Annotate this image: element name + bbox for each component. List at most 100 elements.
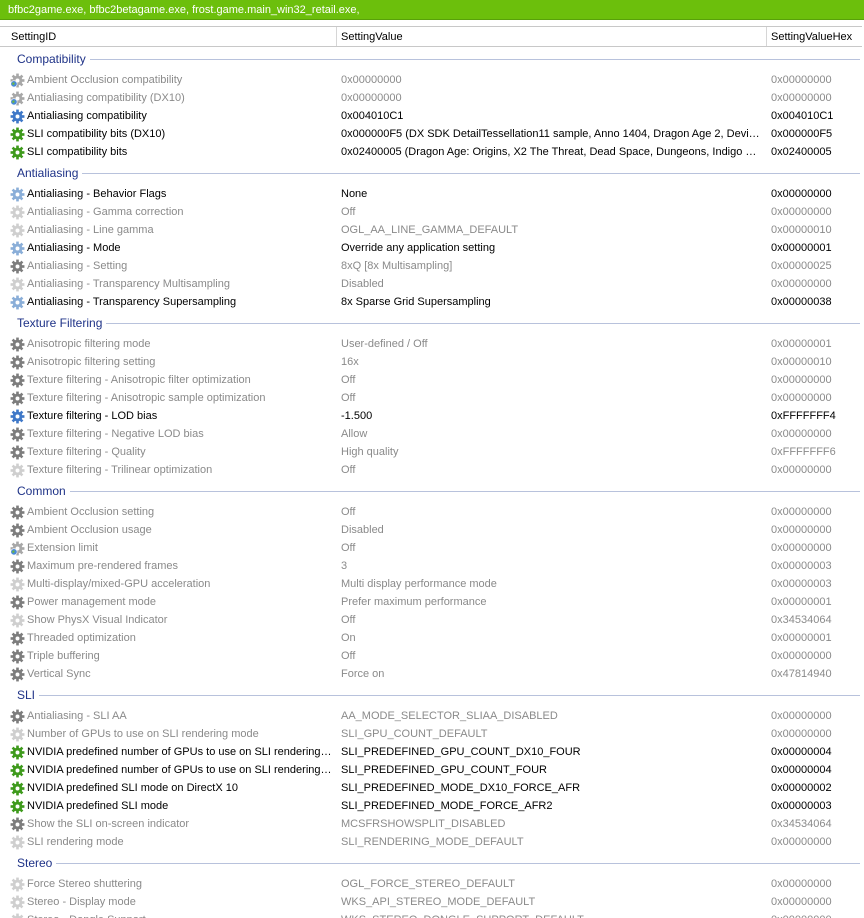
setting-row[interactable]: Extension limit Off 0x00000000 — [0, 539, 864, 557]
setting-row[interactable]: Antialiasing - Mode Override any applicat… — [0, 239, 864, 257]
setting-value[interactable]: High quality — [341, 443, 761, 461]
setting-value[interactable]: 0x00000000 — [341, 71, 761, 89]
setting-row[interactable]: Number of GPUs to use on SLI rendering m… — [0, 725, 864, 743]
setting-row[interactable]: Ambient Occlusion compatibility 0x0000000… — [0, 71, 864, 89]
setting-value[interactable]: 8x Sparse Grid Supersampling — [341, 293, 761, 311]
column-header-setting-value[interactable]: SettingValue — [337, 27, 767, 46]
setting-row[interactable]: Power management mode Prefer maximum perf… — [0, 593, 864, 611]
column-header-setting-value-hex[interactable]: SettingValueHex — [767, 27, 862, 46]
gear-gray-icon — [10, 649, 25, 664]
setting-value[interactable]: Off — [341, 539, 761, 557]
setting-value[interactable]: 0x02400005 (Dragon Age: Origins, X2 The … — [341, 143, 761, 161]
setting-row[interactable]: Triple buffering Off 0x00000000 — [0, 647, 864, 665]
group-header-common[interactable]: Common — [0, 479, 864, 503]
setting-value[interactable]: Allow — [341, 425, 761, 443]
setting-value-hex: 0xFFFFFFF6 — [771, 446, 836, 458]
setting-value[interactable]: 3 — [341, 557, 761, 575]
group-header-stereo[interactable]: Stereo — [0, 851, 864, 875]
setting-value[interactable]: SLI_RENDERING_MODE_DEFAULT — [341, 833, 761, 851]
setting-value[interactable]: Prefer maximum performance — [341, 593, 761, 611]
setting-row[interactable]: Maximum pre-rendered frames 3 0x00000003 — [0, 557, 864, 575]
setting-row[interactable]: Anisotropic filtering setting 16x 0x000000… — [0, 353, 864, 371]
setting-value[interactable]: SLI_PREDEFINED_GPU_COUNT_DX10_FOUR — [341, 743, 761, 761]
setting-value[interactable]: Force on — [341, 665, 761, 683]
setting-value[interactable]: WKS_API_STEREO_MODE_DEFAULT — [341, 893, 761, 911]
setting-value[interactable]: Disabled — [341, 521, 761, 539]
setting-row[interactable]: Texture filtering - Negative LOD bias All… — [0, 425, 864, 443]
setting-row[interactable]: Texture filtering - Anisotropic sample o… — [0, 389, 864, 407]
setting-row[interactable]: Anisotropic filtering mode User-defined /… — [0, 335, 864, 353]
setting-row[interactable]: Texture filtering - LOD bias -1.500 0xFFFF… — [0, 407, 864, 425]
setting-value[interactable]: Off — [341, 647, 761, 665]
setting-row[interactable]: Show PhysX Visual Indicator Off 0x34534064 — [0, 611, 864, 629]
setting-row[interactable]: SLI compatibility bits (DX10) 0x000000F5 … — [0, 125, 864, 143]
setting-value[interactable]: Override any application setting — [341, 239, 761, 257]
setting-row[interactable]: Vertical Sync Force on 0x47814940 — [0, 665, 864, 683]
setting-row[interactable]: Ambient Occlusion setting Off 0x00000000 — [0, 503, 864, 521]
setting-row[interactable]: Show the SLI on-screen indicator MCSFRSHO… — [0, 815, 864, 833]
setting-row[interactable]: Stereo - Dongle Support WKS_STEREO_DONGLE… — [0, 911, 864, 918]
setting-value[interactable]: Off — [341, 389, 761, 407]
setting-value[interactable]: SLI_PREDEFINED_GPU_COUNT_FOUR — [341, 761, 761, 779]
setting-value[interactable]: 0x00000000 — [341, 89, 761, 107]
setting-value[interactable]: -1.500 — [341, 407, 761, 425]
setting-row[interactable]: Antialiasing - Transparency Multisamplin… — [0, 275, 864, 293]
setting-value[interactable]: Off — [341, 503, 761, 521]
setting-value[interactable]: Multi display performance mode — [341, 575, 761, 593]
setting-value[interactable]: User-defined / Off — [341, 335, 761, 353]
setting-row[interactable]: Texture filtering - Anisotropic filter o… — [0, 371, 864, 389]
setting-value-hex: 0x00000000 — [771, 896, 832, 908]
setting-value[interactable]: AA_MODE_SELECTOR_SLIAA_DISABLED — [341, 707, 761, 725]
setting-row[interactable]: Antialiasing - Behavior Flags None 0x00000… — [0, 185, 864, 203]
group-header-compatibility[interactable]: Compatibility — [0, 47, 864, 71]
setting-id: Anisotropic filtering mode — [27, 338, 151, 350]
setting-id: NVIDIA predefined number of GPUs to use … — [27, 764, 333, 776]
setting-row[interactable]: Antialiasing compatibility 0x004010C1 0x00… — [0, 107, 864, 125]
group-header-antialiasing[interactable]: Antialiasing — [0, 161, 864, 185]
setting-value[interactable]: Off — [341, 461, 761, 479]
setting-row[interactable]: NVIDIA predefined SLI mode SLI_PREDEFINED… — [0, 797, 864, 815]
group-header-texture-filtering[interactable]: Texture Filtering — [0, 311, 864, 335]
setting-row[interactable]: Antialiasing - Transparency Supersamplin… — [0, 293, 864, 311]
setting-value[interactable]: Off — [341, 371, 761, 389]
setting-row[interactable]: Threaded optimization On 0x00000001 — [0, 629, 864, 647]
setting-value[interactable]: Off — [341, 203, 761, 221]
setting-value[interactable]: SLI_PREDEFINED_MODE_DX10_FORCE_AFR — [341, 779, 761, 797]
setting-row[interactable]: SLI compatibility bits 0x02400005 (Dragon… — [0, 143, 864, 161]
setting-value[interactable]: None — [341, 185, 761, 203]
setting-row[interactable]: Antialiasing - Gamma correction Off 0x0000… — [0, 203, 864, 221]
setting-row[interactable]: SLI rendering mode SLI_RENDERING_MODE_DEF… — [0, 833, 864, 851]
setting-row[interactable]: Antialiasing compatibility (DX10) 0x00000… — [0, 89, 864, 107]
setting-row[interactable]: NVIDIA predefined number of GPUs to use … — [0, 743, 864, 761]
setting-value[interactable]: On — [341, 629, 761, 647]
setting-row[interactable]: Force Stereo shuttering OGL_FORCE_STEREO_… — [0, 875, 864, 893]
setting-row[interactable]: Texture filtering - Trilinear optimizati… — [0, 461, 864, 479]
setting-value[interactable]: Off — [341, 611, 761, 629]
setting-row[interactable]: Antialiasing - Setting 8xQ [8x Multisampl… — [0, 257, 864, 275]
setting-value[interactable]: WKS_STEREO_DONGLE_SUPPORT_DEFAULT — [341, 911, 761, 918]
setting-row[interactable]: NVIDIA predefined number of GPUs to use … — [0, 761, 864, 779]
setting-value[interactable]: Disabled — [341, 275, 761, 293]
setting-value[interactable]: OGL_FORCE_STEREO_DEFAULT — [341, 875, 761, 893]
setting-row[interactable]: Ambient Occlusion usage Disabled 0x0000000… — [0, 521, 864, 539]
group-header-sli[interactable]: SLI — [0, 683, 864, 707]
setting-value-hex: 0x00000003 — [771, 800, 832, 812]
column-header-setting-id[interactable]: SettingID — [7, 27, 337, 46]
setting-row[interactable]: Stereo - Display mode WKS_API_STEREO_MODE… — [0, 893, 864, 911]
setting-row[interactable]: Antialiasing - SLI AA AA_MODE_SELECTOR_SL… — [0, 707, 864, 725]
setting-value-hex: 0x00000038 — [771, 296, 832, 308]
setting-value[interactable]: 0x000000F5 (DX SDK DetailTessellation11 … — [341, 125, 761, 143]
setting-row[interactable]: Multi-display/mixed-GPU acceleration Mult… — [0, 575, 864, 593]
setting-value[interactable]: SLI_GPU_COUNT_DEFAULT — [341, 725, 761, 743]
setting-value[interactable]: SLI_PREDEFINED_MODE_FORCE_AFR2 — [341, 797, 761, 815]
setting-value[interactable]: 0x004010C1 — [341, 107, 761, 125]
setting-value[interactable]: 8xQ [8x Multisampling] — [341, 257, 761, 275]
setting-value[interactable]: 16x — [341, 353, 761, 371]
setting-row[interactable]: NVIDIA predefined SLI mode on DirectX 10… — [0, 779, 864, 797]
setting-value[interactable]: OGL_AA_LINE_GAMMA_DEFAULT — [341, 221, 761, 239]
setting-row[interactable]: Texture filtering - Quality High quality 0… — [0, 443, 864, 461]
setting-row[interactable]: Antialiasing - Line gamma OGL_AA_LINE_GAM… — [0, 221, 864, 239]
group-divider — [82, 173, 860, 174]
setting-id: Texture filtering - Quality — [27, 446, 146, 458]
setting-value[interactable]: MCSFRSHOWSPLIT_DISABLED — [341, 815, 761, 833]
